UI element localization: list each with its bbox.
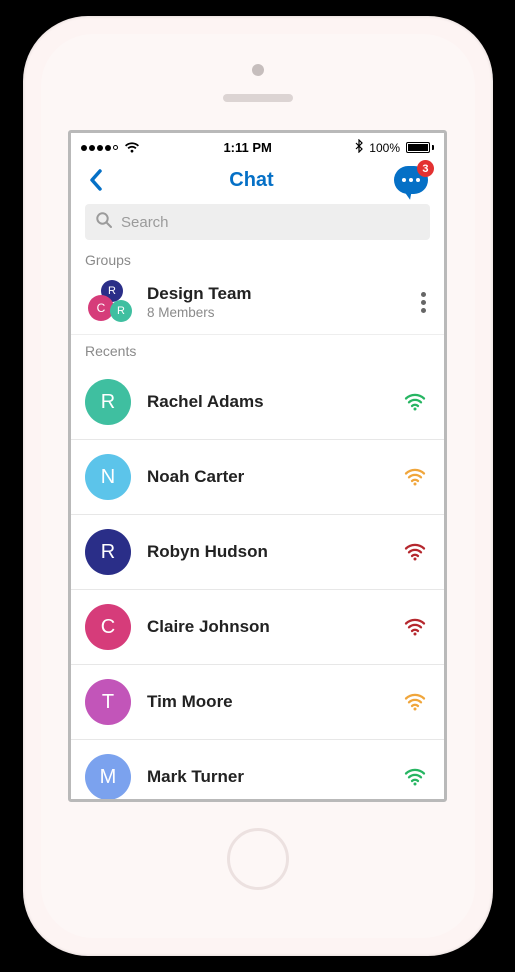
signal-dots-icon [81, 145, 118, 151]
contact-name: Mark Turner [147, 767, 404, 787]
contact-name: Robyn Hudson [147, 542, 404, 562]
contacts-list: R Rachel Adams N Noah Carter R Robyn Hudson… [71, 365, 444, 799]
search-input[interactable] [121, 214, 420, 231]
home-button[interactable] [227, 828, 289, 890]
back-button[interactable] [83, 167, 109, 193]
avatar: T [85, 679, 131, 725]
contact-row[interactable]: C Claire Johnson [71, 590, 444, 665]
status-right: 100% [355, 139, 434, 156]
status-time: 1:11 PM [223, 140, 271, 155]
group-more-button[interactable] [413, 284, 434, 321]
presence-wifi-icon [404, 618, 426, 636]
contact-row[interactable]: R Rachel Adams [71, 365, 444, 440]
presence-wifi-icon [404, 768, 426, 786]
search-icon [95, 211, 113, 234]
contact-name: Noah Carter [147, 467, 404, 487]
contact-row[interactable]: T Tim Moore [71, 665, 444, 740]
avatar: R [85, 379, 131, 425]
presence-wifi-icon [404, 468, 426, 486]
phone-frame: 1:11 PM 100% [23, 16, 493, 956]
battery-percent: 100% [369, 141, 400, 155]
status-bar: 1:11 PM 100% [71, 133, 444, 160]
group-name: Design Team [147, 284, 413, 304]
front-camera [252, 64, 264, 76]
avatar: R [85, 529, 131, 575]
status-left [81, 142, 140, 154]
contact-row[interactable]: M Mark Turner [71, 740, 444, 799]
group-avatar-3: R [110, 300, 132, 322]
presence-wifi-icon [404, 393, 426, 411]
phone-speaker [223, 94, 293, 102]
search-container [71, 204, 444, 250]
bluetooth-icon [355, 139, 363, 156]
contact-row[interactable]: R Robyn Hudson [71, 515, 444, 590]
avatar: C [85, 604, 131, 650]
notifications-button[interactable]: 3 [394, 166, 428, 194]
contact-row[interactable]: N Noah Carter [71, 440, 444, 515]
phone-inner: 1:11 PM 100% [41, 34, 475, 938]
presence-wifi-icon [404, 693, 426, 711]
avatar: N [85, 454, 131, 500]
battery-icon [406, 142, 434, 153]
contact-name: Tim Moore [147, 692, 404, 712]
nav-bar: Chat 3 [71, 160, 444, 204]
notification-badge: 3 [417, 160, 434, 177]
screen: 1:11 PM 100% [68, 130, 447, 802]
page-title: Chat [229, 169, 273, 192]
group-subtitle: 8 Members [147, 305, 413, 320]
wifi-icon [124, 142, 140, 154]
group-text: Design Team 8 Members [147, 284, 413, 320]
contact-name: Rachel Adams [147, 392, 404, 412]
avatar: M [85, 754, 131, 799]
group-row[interactable]: R C R Design Team 8 Members [71, 274, 444, 335]
contact-name: Claire Johnson [147, 617, 404, 637]
section-recents-label: Recents [71, 335, 444, 365]
search-field[interactable] [85, 204, 430, 240]
group-avatar-cluster: R C R [85, 280, 137, 324]
chevron-left-icon [88, 168, 104, 192]
section-groups-label: Groups [71, 250, 444, 274]
presence-wifi-icon [404, 543, 426, 561]
